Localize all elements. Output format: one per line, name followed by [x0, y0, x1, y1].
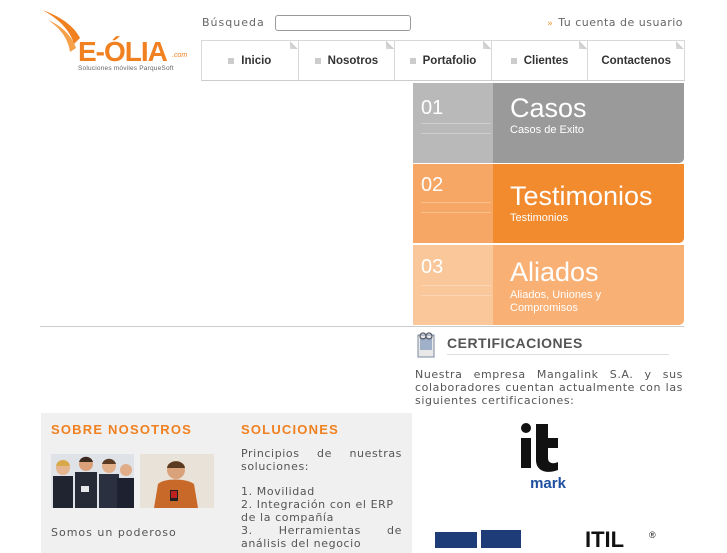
nav-label: Portafolio — [422, 54, 477, 67]
slide-subtitle: Testimonios — [510, 212, 569, 224]
business-people-photo — [51, 454, 134, 508]
itil-text: ITIL — [585, 528, 624, 548]
divider — [421, 202, 491, 203]
nav-item-portafolio[interactable]: Portafolio — [394, 40, 491, 81]
nav-item-contactenos[interactable]: Contactenos — [587, 40, 685, 81]
nav-label: Inicio — [241, 54, 272, 67]
nav-label: Nosotros — [327, 54, 379, 67]
square-bullet-icon — [314, 57, 321, 64]
square-bullet-icon — [409, 57, 416, 64]
nav-item-nosotros[interactable]: Nosotros — [297, 40, 395, 81]
slide-subtitle: Aliados, Uniones y Compromisos — [510, 289, 602, 314]
slide-aliados[interactable]: 03 Aliados Aliados, Uniones y Compromiso… — [413, 245, 684, 325]
divider — [447, 354, 669, 355]
itil-logo-icon: ITIL ® — [435, 528, 656, 548]
soluciones-content: Principios de nuestras soluciones: 1. Mo… — [241, 447, 402, 550]
search-label: Búsqueda — [202, 16, 265, 29]
slide-number: 03 — [421, 256, 444, 278]
corner-fold-icon — [386, 41, 395, 49]
itmark-logo-icon: mark — [521, 423, 567, 492]
horizontal-divider — [40, 326, 684, 327]
slide-subtitle: Casos de Exito — [510, 124, 584, 136]
slide-title: Casos — [510, 93, 587, 123]
logo-tagline: Soluciones móviles ParqueSoft — [78, 65, 174, 72]
account-link-label: Tu cuenta de usuario — [558, 16, 683, 29]
list-item: 2. Integración con el ERP de la compañía — [241, 498, 394, 524]
main-nav: Inicio Nosotros Portafolio Clientes Cont… — [201, 40, 685, 81]
nav-item-inicio[interactable]: Inicio — [201, 40, 298, 81]
slide-casos[interactable]: 01 Casos Casos de Exito — [413, 83, 684, 163]
list-item: 3. Herramientas de análisis del negocio — [241, 524, 402, 550]
nav-label: Clientes — [523, 54, 569, 67]
slide-title: Aliados — [510, 257, 599, 287]
nav-item-clientes[interactable]: Clientes — [490, 40, 588, 81]
account-link[interactable]: » Tu cuenta de usuario — [547, 16, 683, 29]
double-arrow-icon: » — [547, 19, 554, 29]
slide-number: 01 — [421, 97, 444, 119]
certificate-icon — [417, 332, 435, 358]
divider — [421, 133, 491, 134]
search-input[interactable] — [275, 15, 411, 31]
divider — [421, 295, 491, 296]
corner-fold-icon — [675, 41, 684, 49]
itmark-text: mark — [530, 475, 567, 492]
list-item: 1. Movilidad — [241, 485, 315, 498]
sobre-nosotros-title: SOBRE NOSOTROS — [51, 422, 193, 437]
slide-title: Testimonios — [510, 181, 653, 211]
sobre-nosotros-text: Somos un poderoso — [51, 526, 177, 539]
corner-fold-icon — [579, 41, 588, 49]
soluciones-title: SOLUCIONES — [241, 422, 339, 437]
square-bullet-icon — [228, 57, 235, 64]
certificaciones-text: Nuestra empresa Mangalink S.A. y sus col… — [415, 368, 683, 407]
soluciones-intro: Principios de nuestras soluciones: — [241, 447, 402, 473]
logo-text[interactable]: E-ÓLIA — [78, 36, 168, 68]
nav-label: Contactenos — [601, 54, 671, 67]
logo-com: .com — [172, 52, 188, 59]
divider — [421, 285, 491, 286]
divider — [421, 212, 491, 213]
certificaciones-title: CERTIFICACIONES — [447, 335, 583, 351]
corner-fold-icon — [482, 41, 491, 49]
corner-fold-icon — [289, 41, 298, 49]
slide-testimonios[interactable]: 02 Testimonios Testimonios — [413, 164, 684, 243]
divider — [421, 123, 491, 124]
slide-number: 02 — [421, 174, 444, 196]
square-bullet-icon — [510, 57, 517, 64]
svg-text:®: ® — [649, 530, 656, 540]
man-with-phone-photo — [140, 454, 214, 508]
